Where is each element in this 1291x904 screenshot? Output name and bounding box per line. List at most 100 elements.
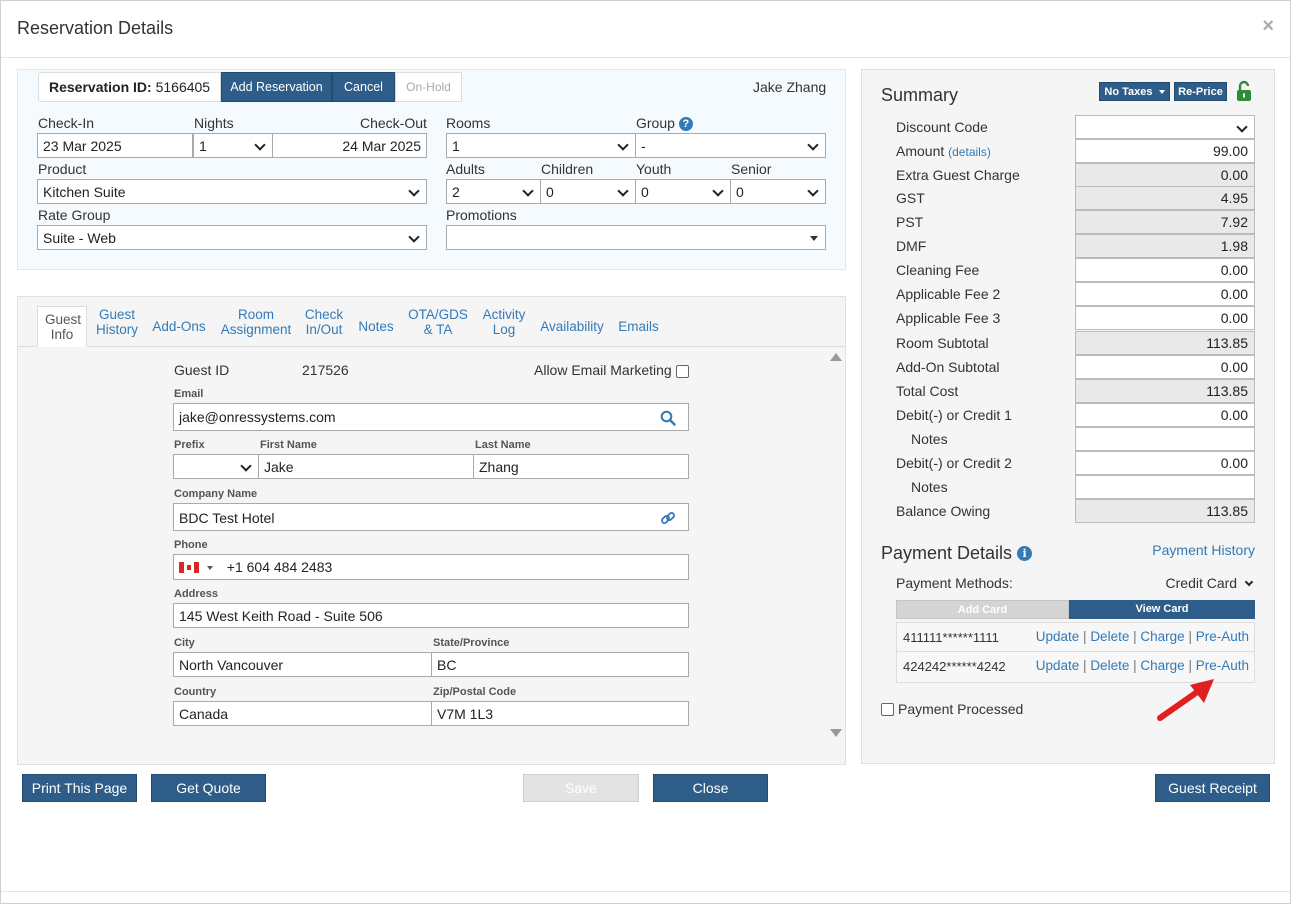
close-icon[interactable]: × <box>1262 15 1274 38</box>
update-link[interactable]: Update <box>1036 629 1080 644</box>
group-label: Group ? <box>636 115 693 131</box>
close-button[interactable]: Close <box>653 774 768 802</box>
phone-field[interactable]: +1 604 484 2483 <box>173 554 689 580</box>
cleaning-fee-value[interactable]: 0.00 <box>1075 258 1255 282</box>
lastname-field[interactable]: Zhang <box>473 454 689 479</box>
room-subtotal-value: 113.85 <box>1075 331 1255 355</box>
scroll-down-icon[interactable] <box>830 729 842 737</box>
tab-check-in-out[interactable]: Check In/Out <box>302 307 346 337</box>
youth-label: Youth <box>636 161 672 177</box>
preauth-link[interactable]: Pre-Auth <box>1196 629 1249 644</box>
email-marketing-checkbox[interactable] <box>676 365 689 378</box>
email-label: Email <box>174 388 204 400</box>
group-select[interactable]: - <box>635 133 826 158</box>
tab-room-assignment[interactable]: Room Assignment <box>220 307 292 337</box>
update-link[interactable]: Update <box>1036 658 1080 673</box>
separator: | <box>1188 629 1192 644</box>
link-icon[interactable] <box>660 510 676 526</box>
city-label: City <box>174 637 195 649</box>
prefix-select[interactable] <box>173 454 259 479</box>
delete-link[interactable]: Delete <box>1090 658 1129 673</box>
senior-select[interactable]: 0 <box>730 179 826 204</box>
payment-method-dropdown[interactable]: Credit Card <box>1166 575 1254 591</box>
address-field[interactable]: 145 West Keith Road - Suite 506 <box>173 603 689 628</box>
product-select[interactable]: Kitchen Suite <box>37 179 427 204</box>
credit1-value[interactable]: 0.00 <box>1075 403 1255 427</box>
company-field[interactable]: BDC Test Hotel <box>173 503 689 531</box>
pst-value: 7.92 <box>1075 210 1255 234</box>
tab-activity-log[interactable]: Activity Log <box>480 307 528 337</box>
tab-notes[interactable]: Notes <box>356 319 396 334</box>
promotions-select[interactable] <box>446 225 826 250</box>
print-page-button[interactable]: Print This Page <box>22 774 137 802</box>
tab-add-ons[interactable]: Add-Ons <box>152 319 206 334</box>
summary-panel: Summary No Taxes Re-Price Discount Code … <box>861 69 1275 764</box>
reservation-modal: Reservation Details × Reservation ID: 51… <box>0 0 1291 904</box>
credit2-value[interactable]: 0.00 <box>1075 451 1255 475</box>
tab-guest-info[interactable]: Guest Info <box>37 306 87 347</box>
fee2-value[interactable]: 0.00 <box>1075 282 1255 306</box>
payment-processed-checkbox[interactable] <box>881 703 894 716</box>
re-price-button[interactable]: Re-Price <box>1174 82 1227 101</box>
country-field[interactable]: Canada <box>173 701 432 726</box>
promotions-label: Promotions <box>446 207 517 223</box>
tab-label: OTA/GDS & TA <box>408 307 468 337</box>
total-cost-label: Total Cost <box>896 383 959 399</box>
country-dropdown-icon[interactable] <box>206 566 213 570</box>
total-cost-value: 113.85 <box>1075 379 1255 403</box>
tab-ota-gds[interactable]: OTA/GDS & TA <box>408 307 468 337</box>
reservation-panel: Reservation ID: 5166405 Add Reservation … <box>17 69 846 270</box>
checkin-field[interactable]: 23 Mar 2025 <box>37 133 193 158</box>
onhold-button[interactable]: On-Hold <box>395 72 462 102</box>
unlock-icon[interactable] <box>1236 80 1252 102</box>
canada-flag-icon[interactable] <box>179 562 199 573</box>
info-icon[interactable]: i <box>1017 546 1033 561</box>
youth-select[interactable]: 0 <box>635 179 731 204</box>
charge-link[interactable]: Charge <box>1140 629 1184 644</box>
rooms-select[interactable]: 1 <box>446 133 636 158</box>
charge-link[interactable]: Charge <box>1140 658 1184 673</box>
add-reservation-button[interactable]: Add Reservation <box>221 72 332 102</box>
guest-receipt-button[interactable]: Guest Receipt <box>1155 774 1270 802</box>
cleaning-fee-label: Cleaning Fee <box>896 262 980 278</box>
add-card-tab[interactable]: Add Card <box>896 600 1069 619</box>
firstname-field[interactable]: Jake <box>258 454 474 479</box>
adults-select[interactable]: 2 <box>446 179 541 204</box>
view-card-tab[interactable]: View Card <box>1069 600 1255 619</box>
card-row: 411111******1111 Update | Delete | Charg… <box>897 623 1254 652</box>
separator: | <box>1188 658 1192 673</box>
fee2-label: Applicable Fee 2 <box>896 286 1001 302</box>
scroll-up-icon[interactable] <box>830 353 842 361</box>
children-select[interactable]: 0 <box>540 179 636 204</box>
zip-field[interactable]: V7M 1L3 <box>431 701 689 726</box>
rategroup-select[interactable]: Suite - Web <box>37 225 427 250</box>
discount-code-select[interactable] <box>1075 115 1255 139</box>
help-icon[interactable]: ? <box>678 117 693 131</box>
tab-label: Room Assignment <box>220 307 292 337</box>
amount-value[interactable]: 99.00 <box>1075 139 1255 163</box>
preauth-link[interactable]: Pre-Auth <box>1196 658 1249 673</box>
tab-emails[interactable]: Emails <box>616 319 661 334</box>
checkout-field[interactable]: 24 Mar 2025 <box>272 133 427 158</box>
tab-guest-history[interactable]: Guest History <box>96 307 138 337</box>
save-button[interactable]: Save <box>523 774 639 802</box>
cancel-button[interactable]: Cancel <box>332 72 395 102</box>
notes2-field[interactable] <box>1075 475 1255 499</box>
city-field[interactable]: North Vancouver <box>173 652 432 677</box>
amount-details-link[interactable]: (details) <box>948 145 991 159</box>
state-field[interactable]: BC <box>431 652 689 677</box>
get-quote-button[interactable]: Get Quote <box>151 774 266 802</box>
prefix-label: Prefix <box>174 439 205 451</box>
separator: | <box>1083 629 1087 644</box>
fee3-value[interactable]: 0.00 <box>1075 306 1255 330</box>
email-field[interactable]: jake@onressystems.com <box>173 403 689 431</box>
balance-owing-label: Balance Owing <box>896 503 991 519</box>
tab-availability[interactable]: Availability <box>538 319 606 334</box>
payment-history-link[interactable]: Payment History <box>1152 542 1255 558</box>
country-label: Country <box>174 686 217 698</box>
search-icon[interactable] <box>660 410 676 426</box>
delete-link[interactable]: Delete <box>1090 629 1129 644</box>
no-taxes-button[interactable]: No Taxes <box>1099 82 1170 101</box>
notes1-field[interactable] <box>1075 427 1255 451</box>
nights-select[interactable]: 1 <box>193 133 273 158</box>
